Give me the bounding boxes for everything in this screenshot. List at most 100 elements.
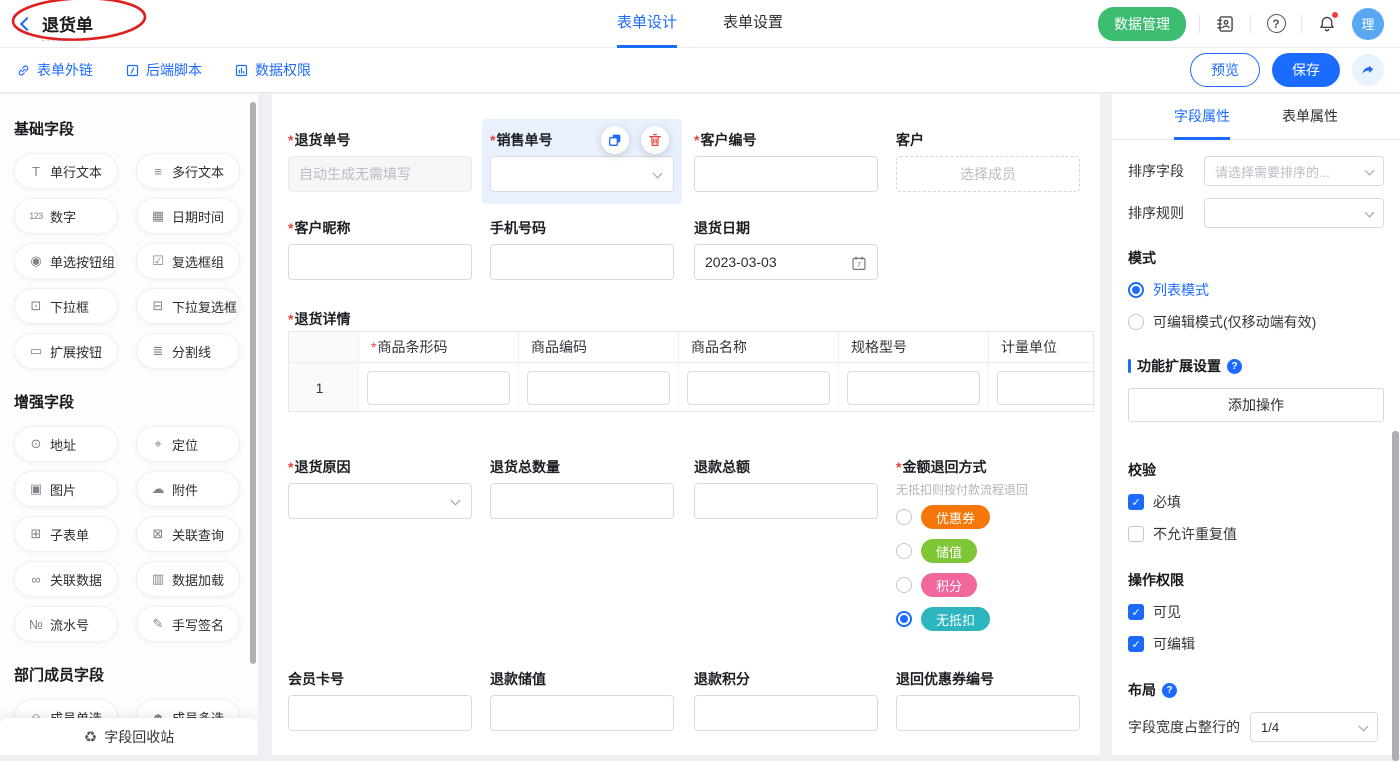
refund-points-input[interactable]: [694, 695, 878, 731]
field-refund-points[interactable]: 退款积分: [694, 669, 878, 731]
delete-field-button[interactable]: [641, 126, 669, 154]
reason-select[interactable]: [288, 483, 472, 519]
field-btn-signature[interactable]: ✎手写签名: [136, 606, 240, 642]
field-btn-single-line-text[interactable]: T单行文本: [14, 153, 118, 189]
field-btn-extend-button[interactable]: ▭扩展按钮: [14, 333, 118, 369]
field-btn-address[interactable]: ⊙地址: [14, 426, 118, 462]
barcode-input[interactable]: [367, 371, 510, 405]
checkbox-checked-icon[interactable]: [1128, 494, 1144, 510]
help-question-icon[interactable]: [1162, 683, 1177, 698]
nickname-input[interactable]: [288, 244, 472, 280]
unit-input[interactable]: [997, 371, 1094, 405]
form-external-link[interactable]: 表单外链: [16, 60, 93, 80]
field-customer-no[interactable]: *客户编号: [694, 130, 878, 192]
spec-input[interactable]: [847, 371, 980, 405]
field-btn-data-load[interactable]: ▥数据加载: [136, 561, 240, 597]
option-coupon[interactable]: 优惠券: [896, 505, 990, 529]
sort-rule-select[interactable]: [1204, 198, 1384, 228]
field-btn-image[interactable]: ▣图片: [14, 471, 118, 507]
checkbox-checked-icon[interactable]: [1128, 636, 1144, 652]
field-total-qty[interactable]: 退货总数量: [490, 457, 674, 519]
field-btn-subform[interactable]: ⊞子表单: [14, 516, 118, 552]
field-customer[interactable]: 客户 选择成员: [896, 130, 1080, 192]
total-qty-input[interactable]: [490, 483, 674, 519]
field-mobile[interactable]: 手机号码: [490, 218, 674, 280]
option-stored-value[interactable]: 储值: [896, 539, 977, 563]
option-points[interactable]: 积分: [896, 573, 977, 597]
detail-subtable[interactable]: *商品条形码 商品编码 商品名称 规格型号 计量单位 1: [288, 331, 1094, 412]
tab-field-properties[interactable]: 字段属性: [1174, 94, 1230, 140]
field-recycle-bin[interactable]: ♻ 字段回收站: [0, 718, 258, 755]
copy-field-button[interactable]: [601, 126, 629, 154]
data-manage-button[interactable]: 数据管理: [1098, 7, 1186, 41]
mode-option-editable[interactable]: 可编辑模式(仅移动端有效): [1128, 312, 1384, 332]
field-btn-serial-number[interactable]: №流水号: [14, 606, 118, 642]
option-no-deduction[interactable]: 无抵扣: [896, 607, 990, 631]
notification-bell-icon[interactable]: [1315, 12, 1339, 36]
checkbox-icon[interactable]: [1128, 526, 1144, 542]
field-refund-method[interactable]: *金额退回方式 无抵扣则按付款流程退回 优惠券 储值 积分 无抵扣: [896, 457, 1080, 657]
tab-form-design[interactable]: 表单设计: [617, 0, 677, 48]
form-canvas[interactable]: *退货单号 *销售单号 *客户编号 客户 选择成员 *客户昵称 手机号码 退货日…: [272, 94, 1100, 755]
field-refund-stored[interactable]: 退款储值: [490, 669, 674, 731]
field-btn-divider[interactable]: ≣分割线: [136, 333, 240, 369]
check-visible[interactable]: 可见: [1128, 602, 1384, 622]
mode-option-list[interactable]: 列表模式: [1128, 280, 1384, 300]
back-icon[interactable]: [20, 16, 34, 30]
field-btn-dropdown[interactable]: ⊡下拉框: [14, 288, 118, 324]
field-btn-linked-query[interactable]: ⊠关联查询: [136, 516, 240, 552]
field-refund-total[interactable]: 退款总额: [694, 457, 878, 519]
avatar[interactable]: 理: [1352, 8, 1384, 40]
field-btn-location[interactable]: ⌖定位: [136, 426, 240, 462]
refund-total-input[interactable]: [694, 483, 878, 519]
add-action-button[interactable]: 添加操作: [1128, 388, 1384, 422]
save-button[interactable]: 保存: [1272, 53, 1340, 87]
field-btn-checkbox-group[interactable]: ☑复选框组: [136, 243, 240, 279]
backend-script-link[interactable]: 后端脚本: [125, 60, 202, 80]
radio-icon[interactable]: [896, 509, 912, 525]
share-button[interactable]: [1352, 54, 1384, 86]
field-btn-dropdown-multi[interactable]: ⊟下拉复选框: [136, 288, 240, 324]
page-scrollbar[interactable]: [1392, 431, 1399, 761]
field-btn-multi-line-text[interactable]: ≡多行文本: [136, 153, 240, 189]
help-icon[interactable]: ?: [1264, 12, 1288, 36]
field-return-no[interactable]: *退货单号: [288, 130, 472, 192]
radio-icon[interactable]: [896, 577, 912, 593]
radio-selected-icon[interactable]: [896, 611, 912, 627]
field-return-date[interactable]: 退货日期 2023-03-03 7: [694, 218, 878, 280]
product-code-input[interactable]: [527, 371, 670, 405]
field-width-select[interactable]: 1/4: [1250, 712, 1378, 742]
radio-icon[interactable]: [896, 543, 912, 559]
return-date-input[interactable]: 2023-03-03 7: [694, 244, 878, 280]
field-reason[interactable]: *退货原因: [288, 457, 472, 519]
refund-stored-input[interactable]: [490, 695, 674, 731]
field-member-card[interactable]: 会员卡号: [288, 669, 472, 731]
tab-form-settings[interactable]: 表单设置: [723, 0, 783, 48]
address-book-icon[interactable]: [1213, 12, 1237, 36]
customer-no-input[interactable]: [694, 156, 878, 192]
check-editable[interactable]: 可编辑: [1128, 634, 1384, 654]
field-btn-number[interactable]: 123数字: [14, 198, 118, 234]
radio-selected-icon[interactable]: [1128, 282, 1144, 298]
field-btn-datetime[interactable]: ▦日期时间: [136, 198, 240, 234]
checkbox-checked-icon[interactable]: [1128, 604, 1144, 620]
radio-icon[interactable]: [1128, 314, 1144, 330]
product-name-input[interactable]: [687, 371, 830, 405]
data-permission-link[interactable]: 数据权限: [234, 60, 311, 80]
field-btn-radio-group[interactable]: ◉单选按钮组: [14, 243, 118, 279]
return-no-input[interactable]: [288, 156, 472, 192]
member-card-input[interactable]: [288, 695, 472, 731]
sales-no-select[interactable]: [490, 156, 674, 192]
field-nickname[interactable]: *客户昵称: [288, 218, 472, 280]
sidebar-scrollbar[interactable]: [250, 102, 256, 664]
coupon-no-input[interactable]: [896, 695, 1080, 731]
sort-field-select[interactable]: 请选择需要排序的...: [1204, 156, 1384, 186]
field-btn-attachment[interactable]: ☁附件: [136, 471, 240, 507]
check-no-duplicate[interactable]: 不允许重复值: [1128, 524, 1384, 544]
member-picker-button[interactable]: 选择成员: [896, 156, 1080, 192]
help-question-icon[interactable]: [1227, 359, 1242, 374]
check-required[interactable]: 必填: [1128, 492, 1384, 512]
preview-button[interactable]: 预览: [1190, 53, 1260, 87]
field-btn-linked-data[interactable]: ∞关联数据: [14, 561, 118, 597]
mobile-input[interactable]: [490, 244, 674, 280]
